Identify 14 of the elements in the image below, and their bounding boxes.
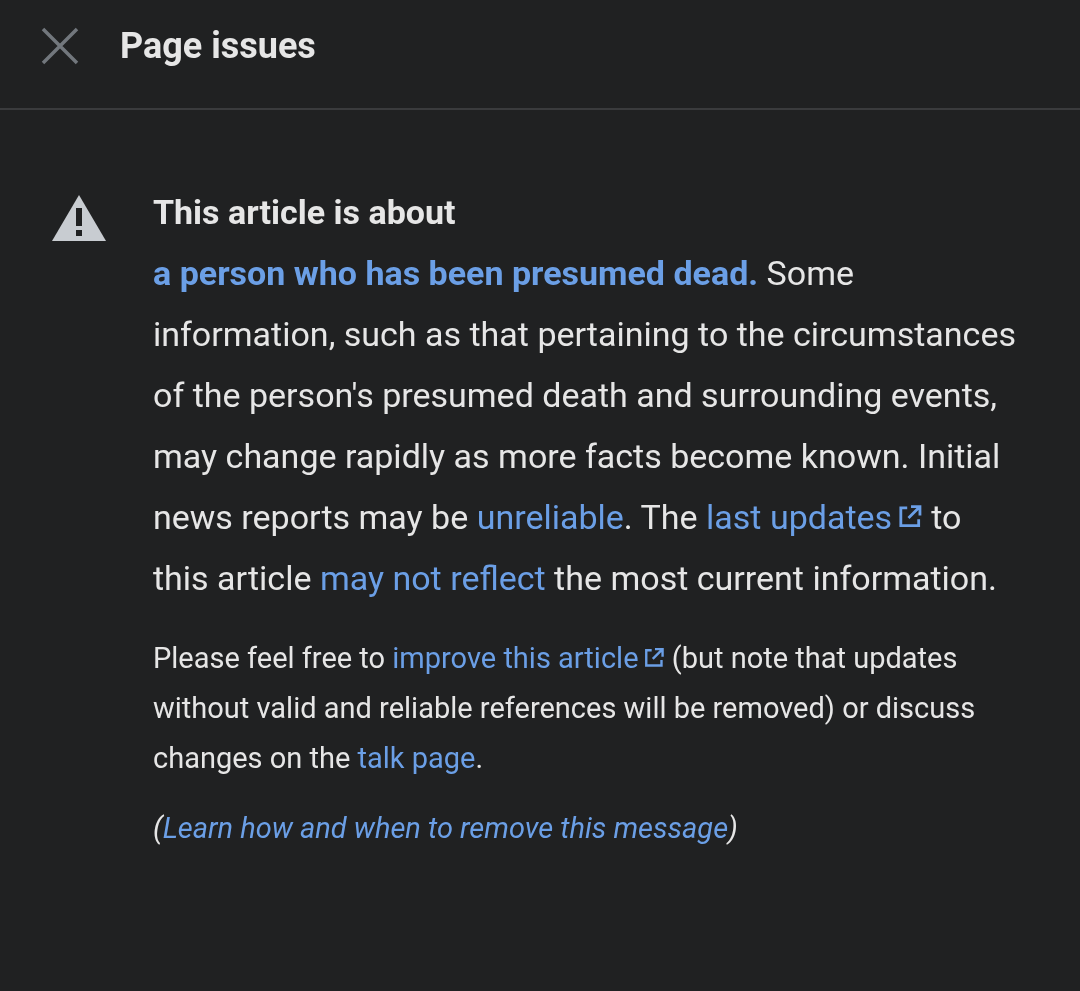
- link[interactable]: talk page: [357, 741, 476, 775]
- link[interactable]: unreliable: [476, 497, 624, 537]
- window-title: Page issues: [120, 24, 316, 69]
- link[interactable]: last updates: [706, 497, 923, 537]
- external-link-icon: [642, 646, 665, 669]
- notice-text: This article is about a person who has been presumed dead. Some information, such as that pertaining to the circumstances of the person's presumed death and surrounding events, may change rapidly as more facts become known. Initial news reports may be unreliable. The last updates to this article may not reflect the most current information.: [153, 191, 1017, 600]
- link[interactable]: may not reflect: [319, 558, 546, 598]
- link[interactable]: a person who has been presumed dead.: [153, 253, 759, 293]
- notice-text: (Learn how and when to remove this message): [153, 810, 739, 847]
- warning-icon: [51, 194, 107, 242]
- external-link-icon: [897, 504, 923, 530]
- close-icon: [40, 26, 80, 66]
- link[interactable]: improve this article: [392, 641, 665, 675]
- notice-text: Please feel free to improve this article (but note that updates without valid and reliable references will be removed) or discuss changes on the talk page.: [153, 640, 977, 777]
